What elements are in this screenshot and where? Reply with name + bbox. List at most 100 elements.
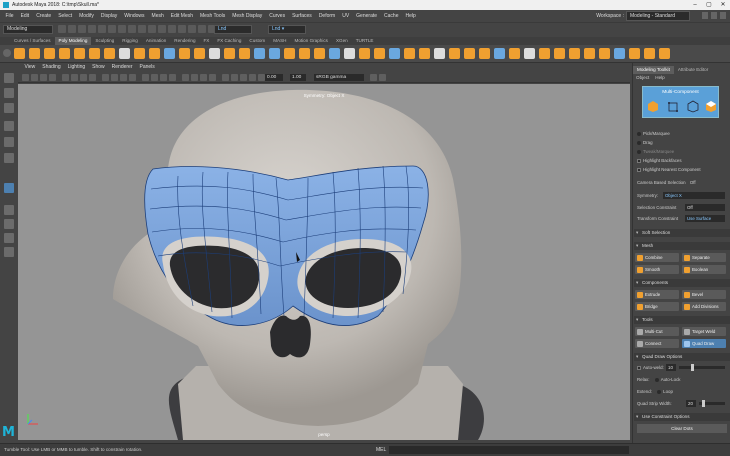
viewport-toolbar-icon[interactable] <box>258 74 265 81</box>
viewport-toolbar-icon[interactable] <box>200 74 207 81</box>
shelf-tool-icon[interactable] <box>194 48 205 59</box>
status-tool-icon[interactable] <box>78 25 86 33</box>
viewport-toolbar-icon[interactable] <box>231 74 238 81</box>
submenu-object[interactable]: Object <box>636 75 649 80</box>
shelf-tool-icon[interactable] <box>569 48 580 59</box>
status-tool-icon[interactable] <box>138 25 146 33</box>
status-tool-icon[interactable] <box>128 25 136 33</box>
layout-single-icon[interactable] <box>4 205 14 215</box>
menu-mesh[interactable]: Mesh <box>148 13 167 19</box>
menu-help[interactable]: Help <box>402 13 419 19</box>
section-components[interactable]: Components <box>634 279 730 287</box>
lasso-tool-icon[interactable] <box>4 88 14 98</box>
status-tool-icon[interactable] <box>188 25 196 33</box>
auto-weld-checkbox[interactable] <box>637 365 641 370</box>
shelf-tool-icon[interactable] <box>629 48 640 59</box>
viewport-toolbar-icon[interactable] <box>379 74 386 81</box>
separate-button[interactable]: Separate <box>682 253 726 262</box>
viewport-menu-view[interactable]: View <box>21 63 39 72</box>
shelf-tool-icon[interactable] <box>329 48 340 59</box>
menu-surfaces[interactable]: Surfaces <box>289 13 316 19</box>
auto-weld-row[interactable]: Auto-weld: <box>637 365 664 370</box>
menu-file[interactable]: File <box>2 13 17 19</box>
shelf-tool-icon[interactable] <box>449 48 460 59</box>
shelf-tab-animation[interactable]: Animation <box>142 37 170 45</box>
status-tool-icon[interactable] <box>108 25 116 33</box>
maximize-icon[interactable]: ▢ <box>702 0 716 10</box>
shelf-tool-icon[interactable] <box>179 48 190 59</box>
viewport-toolbar-icon[interactable] <box>160 74 167 81</box>
panel-tab-attribute-editor[interactable]: Attribute Editor <box>674 66 712 74</box>
shelf-tab-xgen[interactable]: XGen <box>332 37 352 45</box>
shelf-tool-icon[interactable] <box>644 48 655 59</box>
auto-weld-slider[interactable] <box>679 364 725 371</box>
menu-select[interactable]: Select <box>55 13 76 19</box>
viewport-menu-lighting[interactable]: Lighting <box>64 63 89 72</box>
selection-constraint-dropdown[interactable]: Off <box>685 204 725 211</box>
quad-draw-button[interactable]: Quad Draw <box>682 339 726 348</box>
camera-based-value[interactable]: Off <box>690 180 696 185</box>
shelf-tab-fx[interactable]: FX <box>200 37 214 45</box>
bridge-button[interactable]: Bridge <box>635 302 679 311</box>
multi-component-button[interactable]: Multi-Component <box>642 86 719 118</box>
select-tool-icon[interactable] <box>4 73 14 83</box>
shelf-tab-turtle[interactable]: TURTLE <box>352 37 378 45</box>
viewport-toolbar-icon[interactable] <box>120 74 127 81</box>
face-mode-icon[interactable] <box>705 100 717 113</box>
viewport-toolbar-icon[interactable] <box>71 74 78 81</box>
menuset-dropdown[interactable]: Modeling <box>3 25 53 34</box>
smooth-button[interactable]: Smooth <box>635 265 679 274</box>
shelf-tool-icon[interactable] <box>89 48 100 59</box>
shelf-tool-icon[interactable] <box>374 48 385 59</box>
scale-tool-icon[interactable] <box>4 153 14 163</box>
viewport-toolbar-icon[interactable] <box>191 74 198 81</box>
workspace-dropdown[interactable]: Modeling - Standard <box>625 11 690 21</box>
status-tool-icon[interactable] <box>68 25 76 33</box>
object-mode-icon[interactable] <box>647 100 659 113</box>
menu-mesh-tools[interactable]: Mesh Tools <box>197 13 229 19</box>
viewport-toolbar-icon[interactable] <box>80 74 87 81</box>
clear-dots-button[interactable]: Clear Dots <box>637 424 727 433</box>
section-constraint-options[interactable]: Use Constraint Options <box>634 413 730 421</box>
shelf-tab-rendering[interactable]: Rendering <box>170 37 199 45</box>
multi-cut-button[interactable]: Multi-Cut <box>635 327 679 336</box>
status-tool-icon[interactable] <box>178 25 186 33</box>
camera-based-selection[interactable]: Camera Based Selection Off <box>637 180 696 185</box>
shelf-tool-icon[interactable] <box>434 48 445 59</box>
shelf-tool-icon[interactable] <box>599 48 610 59</box>
shelf-tool-icon[interactable] <box>509 48 520 59</box>
shelf-tool-icon[interactable] <box>659 48 670 59</box>
viewport-toolbar-icon[interactable] <box>111 74 118 81</box>
layout-two-icon[interactable] <box>4 233 14 243</box>
option-highlight-backfaces[interactable]: Highlight Backfaces <box>637 158 682 163</box>
shelf-tab-sculpting[interactable]: Sculpting <box>91 37 118 45</box>
option-drag[interactable]: Drag <box>637 140 653 145</box>
submenu-help[interactable]: Help <box>655 75 664 80</box>
slider-handle[interactable] <box>702 400 705 407</box>
strip-width-value[interactable]: 20 <box>686 400 696 407</box>
viewport-toolbar-icon[interactable] <box>22 74 29 81</box>
viewport-toolbar-icon[interactable] <box>49 74 56 81</box>
section-quad-draw-options[interactable]: Quad Draw Options <box>634 353 730 361</box>
shelf-tool-icon[interactable] <box>419 48 430 59</box>
menu-display[interactable]: Display <box>97 13 120 19</box>
status-tool-icon[interactable] <box>198 25 206 33</box>
shelf-tool-icon[interactable] <box>584 48 595 59</box>
extend-radio[interactable] <box>657 389 662 394</box>
shelf-tab-poly-modeling[interactable]: Poly Modeling <box>54 37 92 45</box>
status-tool-icon[interactable] <box>118 25 126 33</box>
shelf-tool-icon[interactable] <box>74 48 85 59</box>
viewport-toolbar-icon[interactable] <box>31 74 38 81</box>
workspace-selector[interactable]: Workspace : Modeling - Standard <box>596 11 690 21</box>
shelf-tool-icon[interactable] <box>14 48 25 59</box>
viewport-menu-shading[interactable]: Shading <box>39 63 64 72</box>
bevel-button[interactable]: Bevel <box>682 290 726 299</box>
status-tool-icon[interactable] <box>148 25 156 33</box>
radio-pick-marquee[interactable] <box>637 131 641 136</box>
gamma-field[interactable]: 1.00 <box>290 74 306 81</box>
shelf-tool-icon[interactable] <box>149 48 160 59</box>
viewport[interactable]: Symmetry: Object X persp <box>18 84 630 440</box>
radio-tweak[interactable] <box>637 149 641 154</box>
viewport-toolbar-icon[interactable] <box>62 74 69 81</box>
strip-width-slider[interactable] <box>699 400 725 407</box>
